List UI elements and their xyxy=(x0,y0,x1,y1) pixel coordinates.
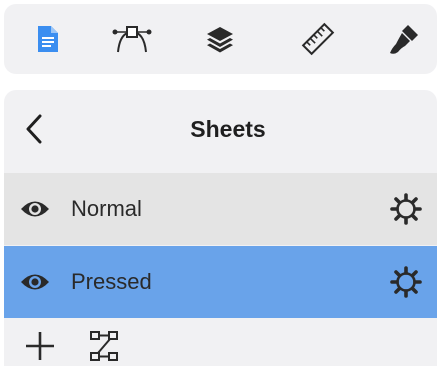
sheet-row-normal[interactable]: Normal xyxy=(4,173,437,245)
add-sheet-button[interactable] xyxy=(22,328,58,364)
toolbar xyxy=(4,4,437,74)
sheet-label: Pressed xyxy=(71,269,152,294)
plus-icon xyxy=(26,332,54,360)
bezier-tool-button[interactable] xyxy=(102,4,162,74)
visibility-eye-icon[interactable] xyxy=(20,271,50,293)
layers-tool-button[interactable] xyxy=(190,4,250,74)
panel-title: Sheets xyxy=(190,115,266,142)
ruler-tool-button[interactable] xyxy=(288,4,348,74)
sheet-row-pressed[interactable]: Pressed xyxy=(4,246,437,318)
brush-icon xyxy=(390,25,418,54)
connect-nodes-button[interactable] xyxy=(86,328,122,364)
document-icon xyxy=(38,26,58,52)
back-button[interactable] xyxy=(14,108,54,150)
gear-icon[interactable] xyxy=(389,192,423,226)
brush-tool-button[interactable] xyxy=(374,4,434,74)
ruler-icon xyxy=(301,22,335,56)
layers-icon xyxy=(207,27,233,53)
gear-icon[interactable] xyxy=(389,265,423,299)
bezier-pen-icon xyxy=(112,26,152,53)
connect-nodes-icon xyxy=(90,331,118,361)
document-tool-button[interactable] xyxy=(18,4,78,74)
sheets-panel: Sheets Normal Pressed xyxy=(4,90,437,366)
panel-header: Sheets xyxy=(4,90,437,168)
visibility-eye-icon[interactable] xyxy=(20,198,50,220)
sheet-label: Normal xyxy=(71,196,142,221)
chevron-left-icon xyxy=(26,114,42,144)
sheets-bottom-bar xyxy=(4,324,437,366)
